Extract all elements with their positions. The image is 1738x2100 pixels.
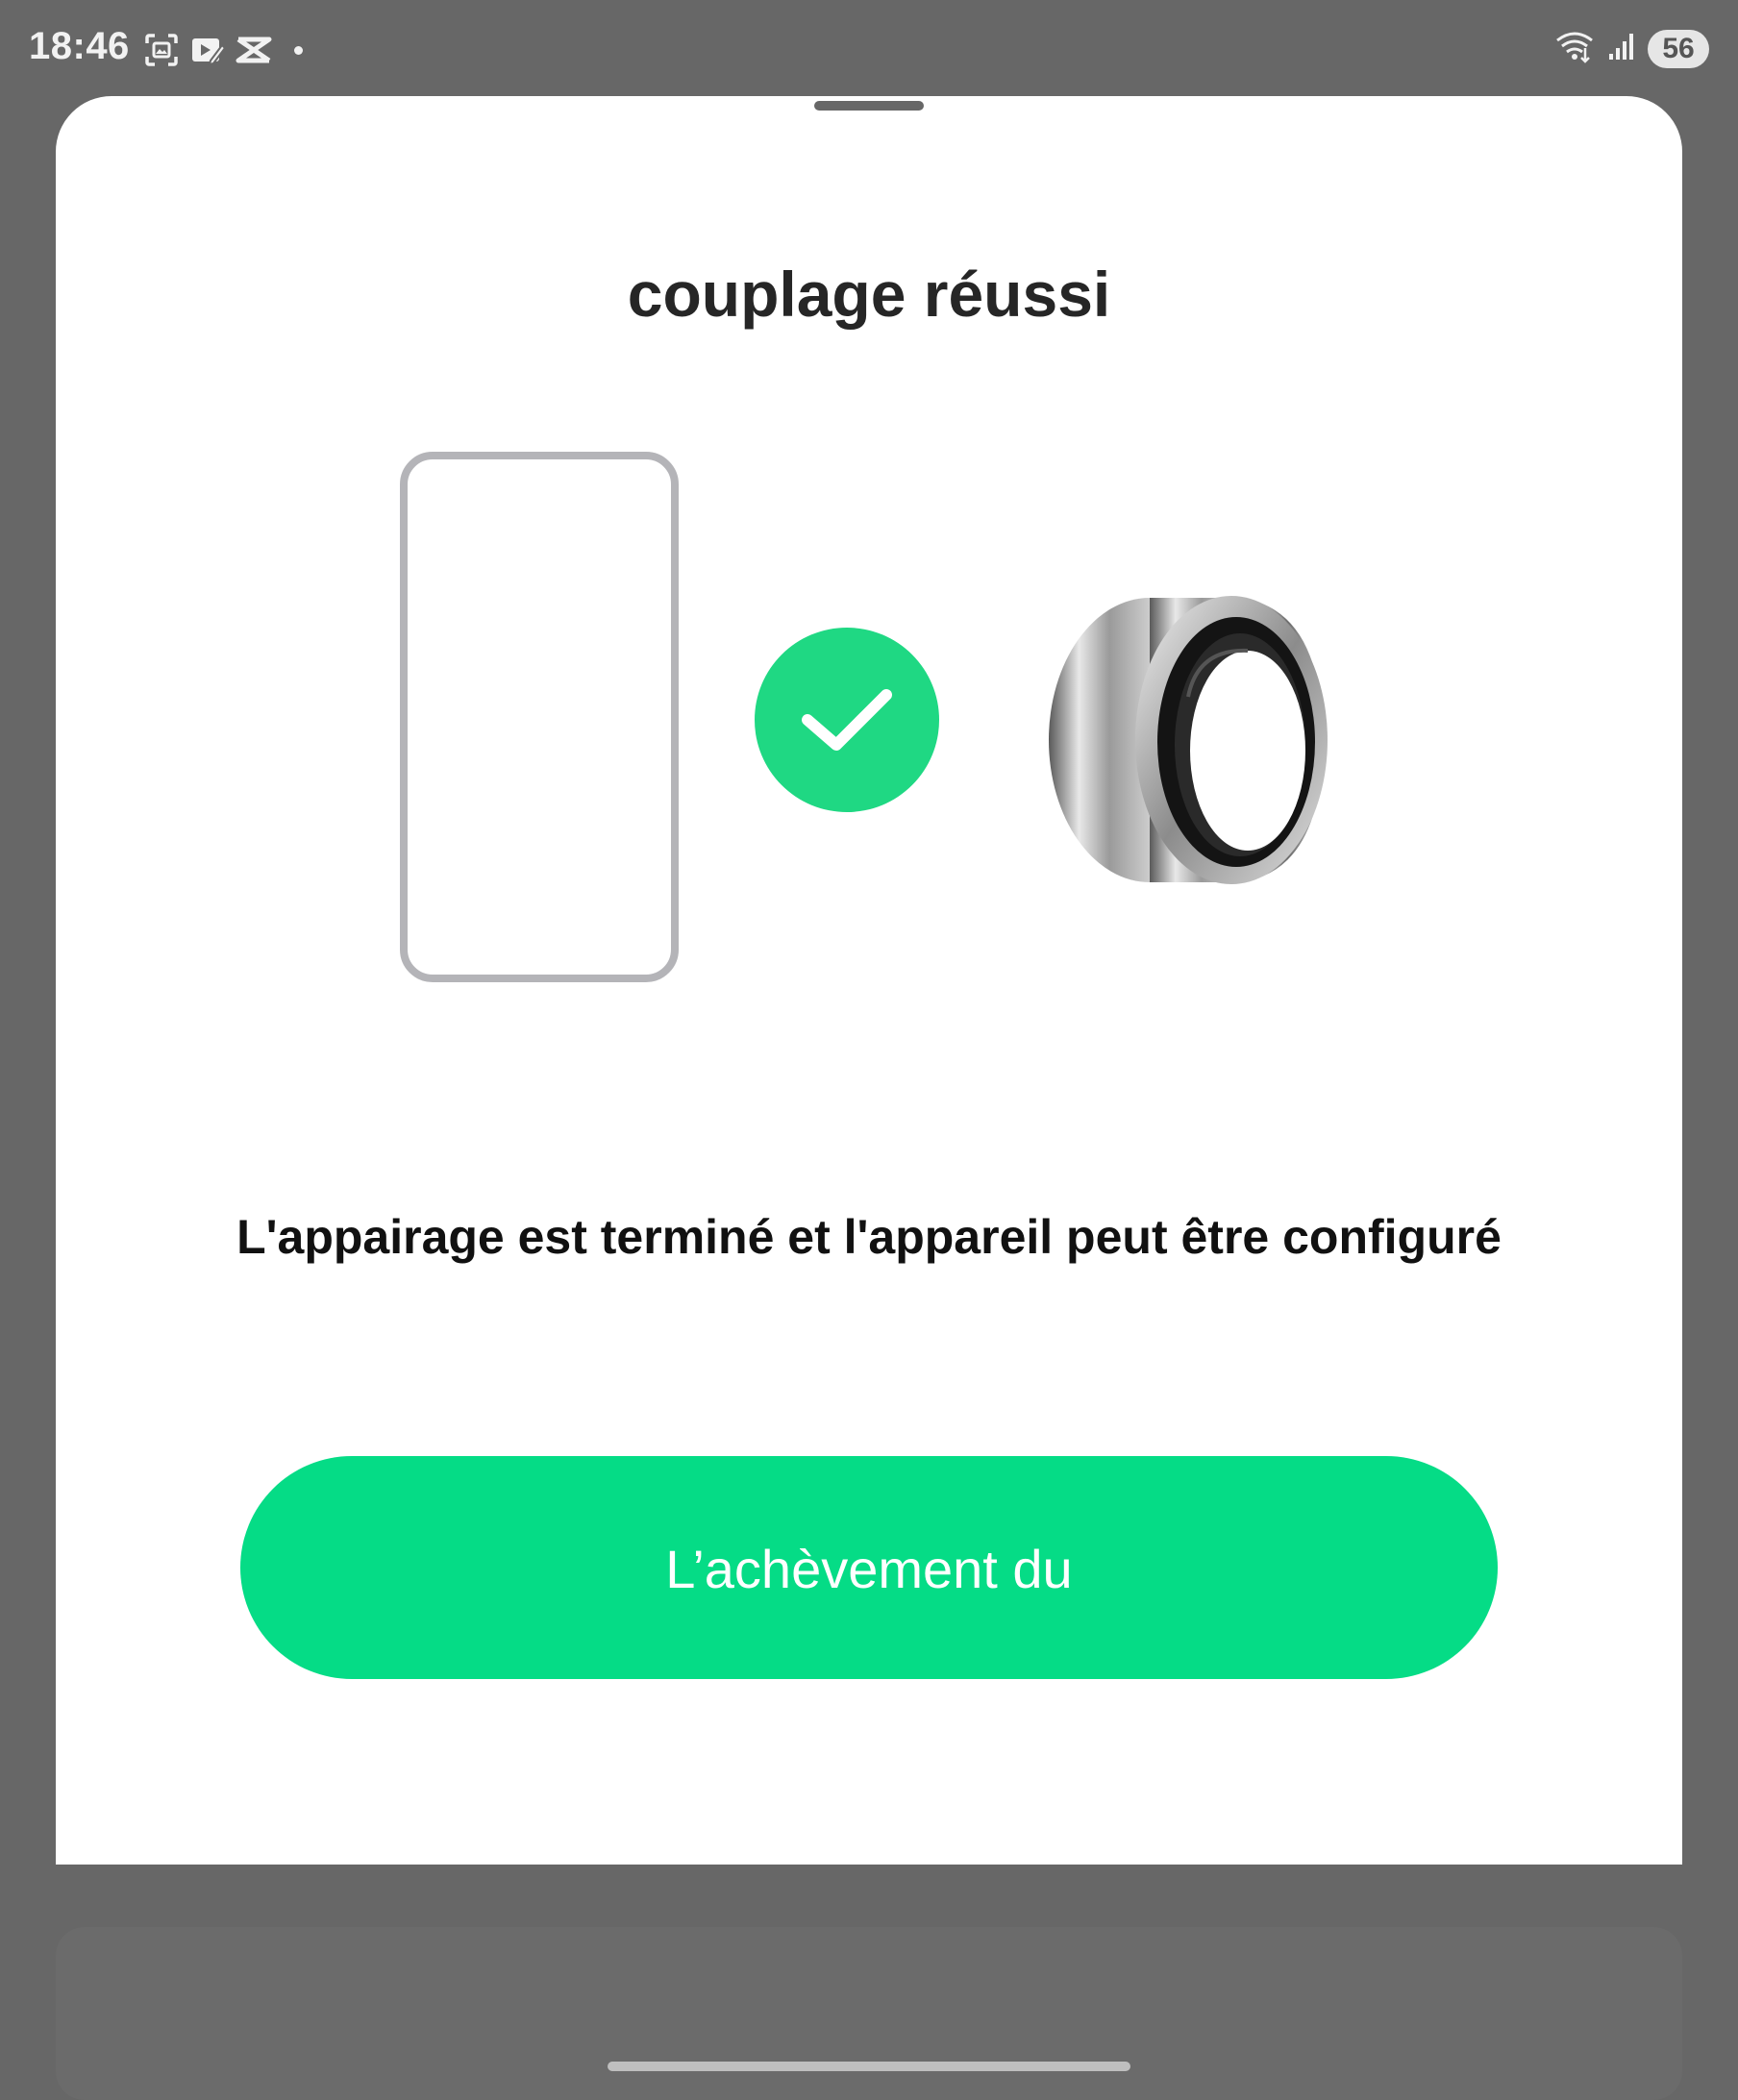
page-title: couplage réussi [627, 259, 1111, 330]
pairing-success-sheet: couplage réussi L'appairage est terminé … [56, 96, 1682, 1865]
wifi-icon [1553, 29, 1596, 68]
success-check-icon [755, 628, 939, 812]
phone-illustration-icon [400, 452, 679, 982]
complete-button[interactable]: L’achèvement du [240, 1456, 1498, 1679]
smart-ring-image [1034, 581, 1342, 899]
system-status: 56 [1553, 29, 1709, 68]
status-bar: 18:46 56 [0, 0, 1738, 96]
battery-indicator: 56 [1648, 29, 1709, 68]
cell-signal-icon [1607, 31, 1636, 66]
home-indicator[interactable] [608, 2062, 1130, 2071]
background-card [56, 1927, 1682, 2100]
video-editor-icon [188, 31, 227, 69]
pairing-message: L'appairage est terminé et l'appareil pe… [236, 1210, 1502, 1264]
status-time: 18:46 [29, 25, 130, 67]
notification-icons [142, 31, 303, 69]
capcut-icon [235, 31, 273, 69]
more-notifications-dot [294, 45, 303, 55]
screenshot-icon [142, 31, 181, 69]
drag-handle[interactable] [814, 101, 924, 111]
